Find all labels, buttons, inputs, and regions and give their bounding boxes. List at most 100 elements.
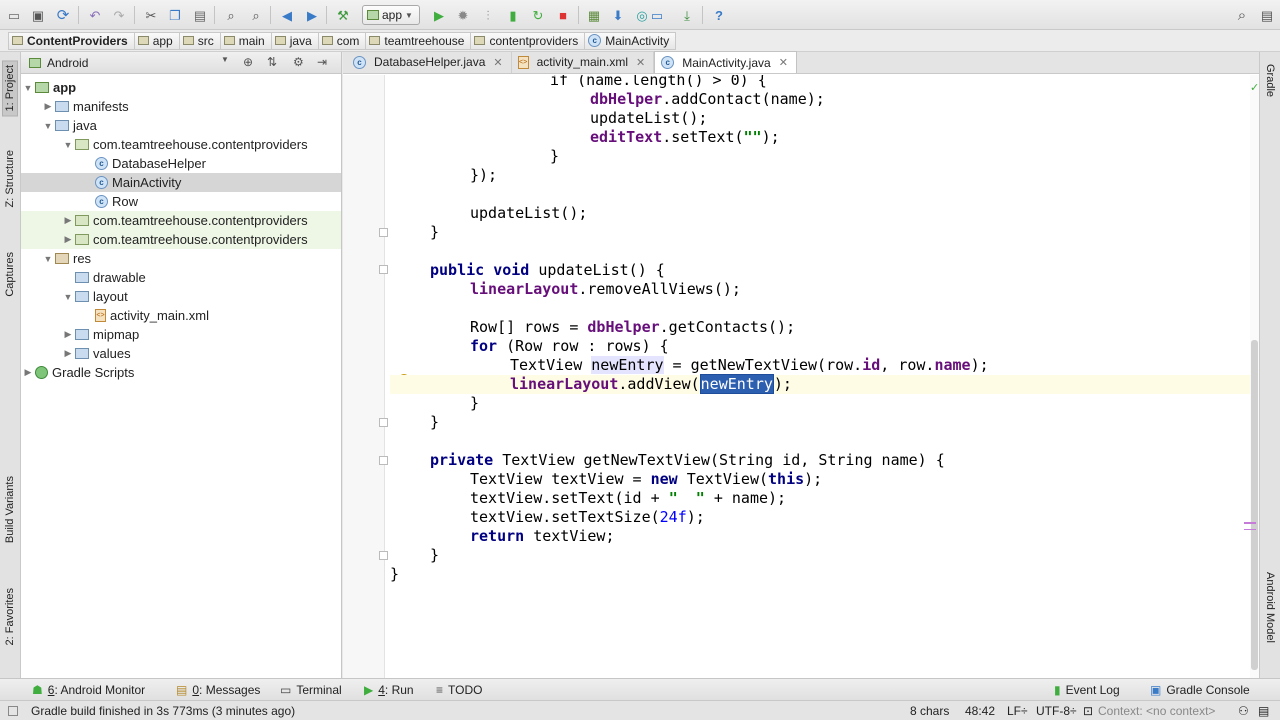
tab-databasehelper[interactable]: c DatabaseHelper.java ✕ xyxy=(347,51,512,73)
tool-tab-favorites[interactable]: 2: Favorites xyxy=(4,588,16,645)
forward-icon[interactable]: ▶ xyxy=(303,6,321,24)
breadcrumb-item[interactable]: app xyxy=(134,31,180,50)
breadcrumb-item[interactable]: main xyxy=(220,31,272,50)
breadcrumb-item[interactable]: src xyxy=(179,31,221,50)
collapse-arrow-icon[interactable]: ▶ xyxy=(61,348,75,359)
tree-item[interactable]: ▶ values xyxy=(21,344,341,363)
expand-arrow-icon[interactable]: ▼ xyxy=(41,121,55,131)
tree-item[interactable]: ▼ java xyxy=(21,116,341,135)
settings-icon[interactable]: ▤ xyxy=(1258,6,1276,24)
fold-marker[interactable] xyxy=(379,456,388,465)
tab-mainactivity[interactable]: c MainActivity.java ✕ xyxy=(654,51,797,73)
close-icon[interactable]: ✕ xyxy=(779,56,788,69)
save-icon[interactable]: ▣ xyxy=(29,6,47,24)
tree-item[interactable]: ▶ manifests xyxy=(21,97,341,116)
lock-icon[interactable]: ⊡ xyxy=(1083,704,1093,718)
fold-marker[interactable] xyxy=(379,265,388,274)
close-icon[interactable]: ✕ xyxy=(636,56,645,69)
apply-changes-icon[interactable]: ↻ xyxy=(529,6,547,24)
collapse-arrow-icon[interactable]: ▶ xyxy=(61,234,75,245)
fold-marker[interactable] xyxy=(379,228,388,237)
tree-item[interactable]: ▶ mipmap xyxy=(21,325,341,344)
breadcrumb-item[interactable]: ContentProviders xyxy=(8,31,135,50)
replace-icon[interactable]: ⌕ xyxy=(247,6,265,24)
fold-marker[interactable] xyxy=(379,551,388,560)
error-stripe-mark[interactable] xyxy=(1244,522,1256,524)
collapse-arrow-icon[interactable]: ▶ xyxy=(41,101,55,112)
device-monitor-icon[interactable]: ▭ xyxy=(648,6,666,24)
avd-manager-icon[interactable]: ▦ xyxy=(585,6,603,24)
tool-tab-android-model[interactable]: Android Model xyxy=(1264,572,1276,643)
scrollbar-thumb[interactable] xyxy=(1251,340,1258,670)
tool-tab-terminal[interactable]: ▭ Terminal xyxy=(280,682,342,698)
breadcrumb-item[interactable]: contentproviders xyxy=(471,31,586,50)
code-area[interactable]: if (name.length() > 0) { dbHelper.addCon… xyxy=(390,75,1250,678)
editor-scrollbar[interactable]: ✓ xyxy=(1244,75,1259,678)
file-encoding[interactable]: UTF-8÷ xyxy=(1036,704,1077,718)
tree-item[interactable]: ▼ layout xyxy=(21,287,341,306)
run-icon[interactable]: ▶ xyxy=(430,6,448,24)
close-icon[interactable]: ✕ xyxy=(493,56,502,69)
tool-tab-android-monitor[interactable]: ☗ 6: Android Monitor xyxy=(32,682,145,698)
debug-icon[interactable]: ✹ xyxy=(454,6,472,24)
tool-tab-todo[interactable]: ≡ TODO xyxy=(436,682,482,698)
editor-gutter[interactable] xyxy=(343,75,385,678)
undo-icon[interactable]: ↶ xyxy=(86,6,104,24)
gear-icon[interactable]: ⚙ xyxy=(293,55,304,69)
breadcrumb-item[interactable]: java xyxy=(271,31,319,50)
expand-arrow-icon[interactable]: ▼ xyxy=(61,292,75,302)
redo-icon[interactable]: ↷ xyxy=(110,6,128,24)
attach-debugger-icon[interactable]: ⫶ xyxy=(479,6,497,24)
run-with-coverage-icon[interactable]: ▮ xyxy=(504,6,522,24)
breadcrumb-item[interactable]: teamtreehouse xyxy=(366,31,472,50)
tree-item[interactable]: ▼ app xyxy=(21,78,341,97)
tree-item[interactable]: ▼ res xyxy=(21,249,341,268)
fold-marker[interactable] xyxy=(379,418,388,427)
help-icon[interactable]: ? xyxy=(710,6,728,24)
tool-tab-captures[interactable]: Captures xyxy=(4,252,16,297)
sync-icon[interactable]: ⟳ xyxy=(54,6,72,24)
tool-tab-gradle[interactable]: Gradle xyxy=(1264,64,1276,97)
hide-panel-icon[interactable]: ⇥ xyxy=(317,55,327,69)
tree-item[interactable]: c Row xyxy=(21,192,341,211)
collapse-arrow-icon[interactable]: ▶ xyxy=(61,215,75,226)
find-icon[interactable]: ⌕ xyxy=(222,6,240,24)
tool-tab-build-variants[interactable]: Build Variants xyxy=(4,476,16,543)
cursor-position[interactable]: 48:42 xyxy=(965,704,995,718)
expand-arrow-icon[interactable]: ▼ xyxy=(61,140,75,150)
tree-item[interactable]: c MainActivity xyxy=(21,173,341,192)
expand-arrow-icon[interactable]: ▼ xyxy=(41,254,55,264)
folder-open-icon[interactable]: ▭ xyxy=(5,6,23,24)
tool-tab-messages[interactable]: ▤ 0: Messages xyxy=(176,682,260,698)
back-icon[interactable]: ◀ xyxy=(278,6,296,24)
breadcrumb-item[interactable]: com xyxy=(318,31,367,50)
expand-arrow-icon[interactable]: ▼ xyxy=(21,83,35,93)
stop-icon[interactable]: ■ xyxy=(554,6,572,24)
project-view-selector[interactable]: Android xyxy=(47,56,88,70)
paste-icon[interactable]: ▤ xyxy=(191,6,209,24)
tree-item[interactable]: ▶ com.teamtreehouse.contentproviders xyxy=(21,211,341,230)
tab-activity-main-xml[interactable]: <> activity_main.xml ✕ xyxy=(512,51,655,73)
sdk-download-icon[interactable]: ⤓ xyxy=(678,6,696,24)
breadcrumb-item[interactable]: c MainActivity xyxy=(585,31,677,50)
copy-icon[interactable]: ❐ xyxy=(166,6,184,24)
collapse-arrow-icon[interactable]: ▶ xyxy=(21,367,35,378)
tree-item[interactable]: ▼ com.teamtreehouse.contentproviders xyxy=(21,135,341,154)
line-separator[interactable]: LF÷ xyxy=(1007,704,1028,718)
run-configuration-select[interactable]: app ▼ xyxy=(362,5,420,25)
tree-item[interactable]: ▶ com.teamtreehouse.contentproviders xyxy=(21,230,341,249)
panel-toggle-icon[interactable] xyxy=(8,705,18,719)
status-message[interactable]: Gradle build finished in 3s 773ms (3 min… xyxy=(31,704,295,718)
collapse-all-icon[interactable]: ⇅ xyxy=(267,55,277,69)
chevron-down-icon[interactable]: ▼ xyxy=(221,55,229,64)
tool-tab-event-log[interactable]: ▮ Event Log xyxy=(1054,682,1120,698)
cut-icon[interactable]: ✂ xyxy=(142,6,160,24)
inspector-icon[interactable]: ⚇ xyxy=(1238,704,1249,718)
tree-item[interactable]: c DatabaseHelper xyxy=(21,154,341,173)
tool-tab-structure[interactable]: Z: Structure xyxy=(4,150,16,207)
event-icon[interactable]: ▤ xyxy=(1258,704,1269,718)
error-stripe-mark[interactable] xyxy=(1244,529,1256,530)
tool-tab-run[interactable]: ▶ 4: Run xyxy=(364,682,414,698)
make-project-icon[interactable]: ⚒ xyxy=(334,6,352,24)
tree-item[interactable]: drawable xyxy=(21,268,341,287)
